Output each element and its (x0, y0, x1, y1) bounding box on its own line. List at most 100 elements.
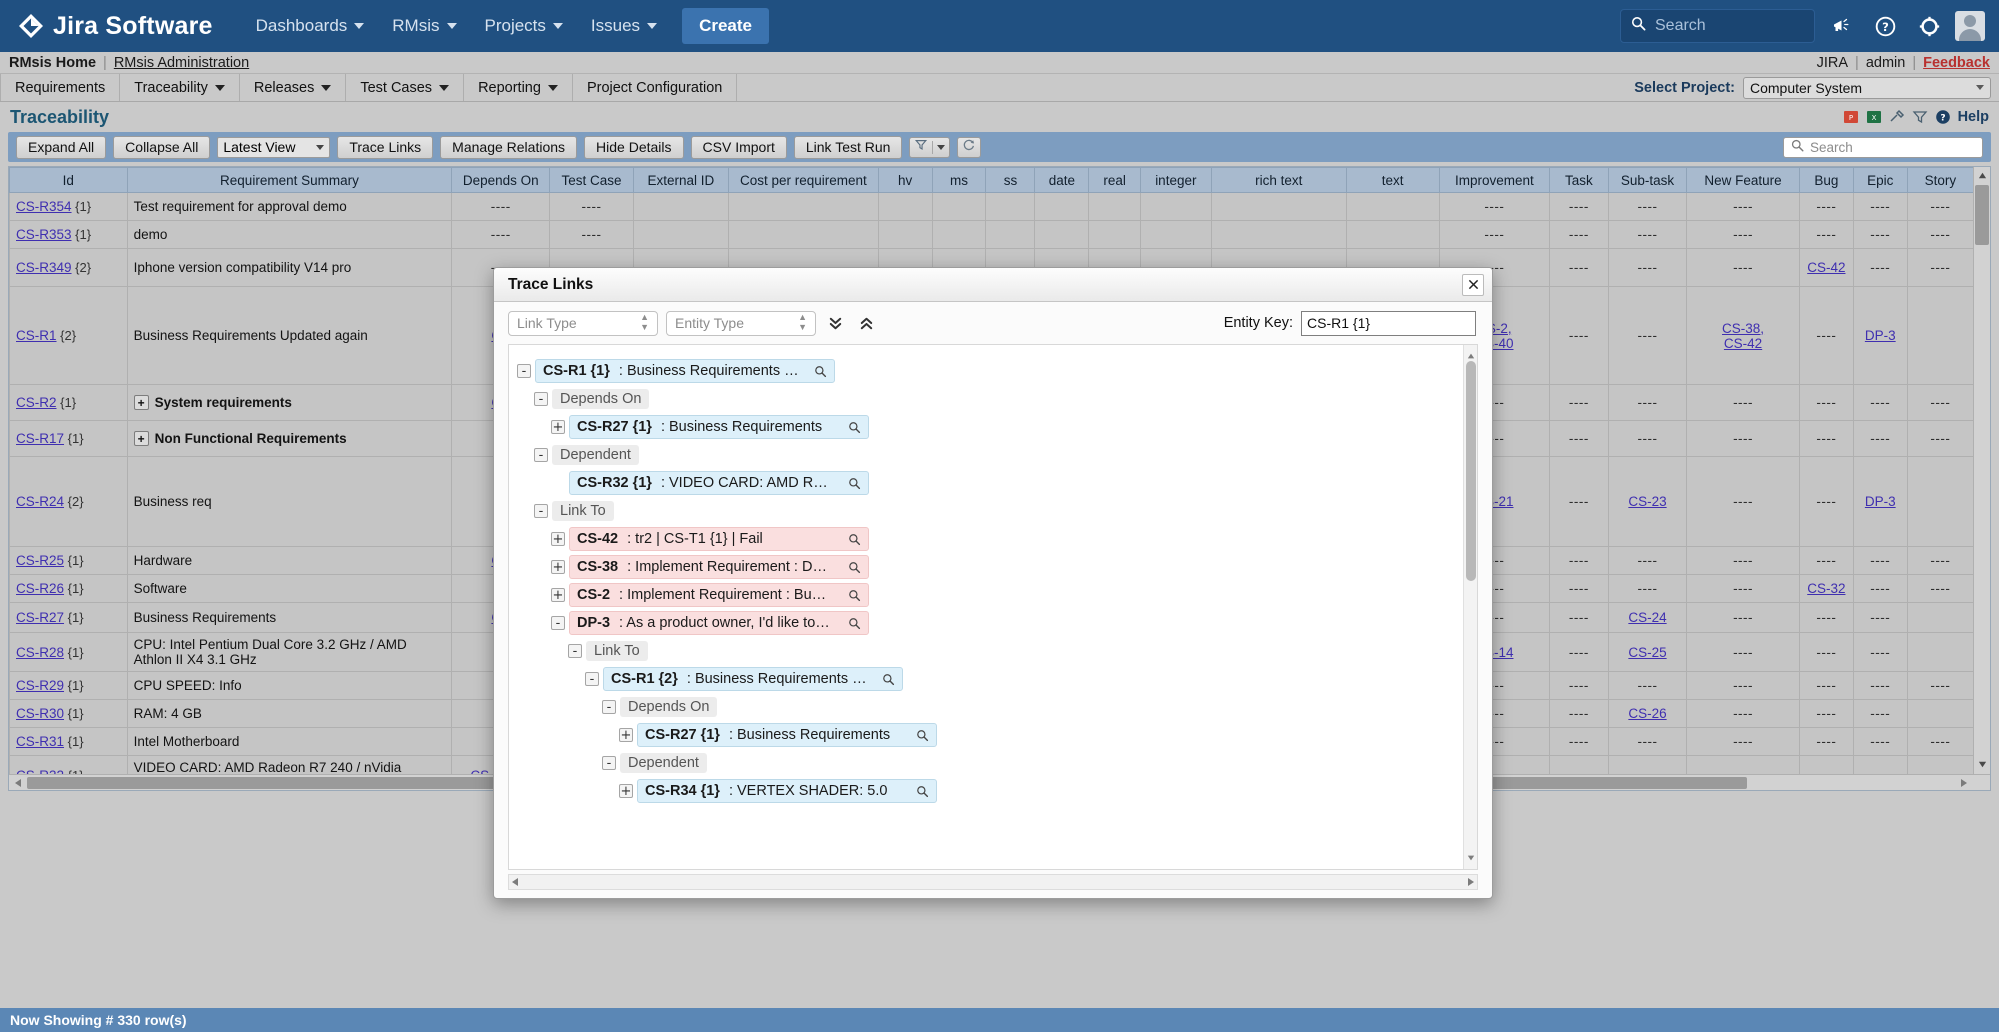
tree-collapse-icon[interactable]: - (602, 756, 616, 770)
col-requirement-summary[interactable]: Requirement Summary (126, 167, 453, 193)
cell-requirement-summary[interactable]: Hardware (126, 546, 453, 575)
requirement-id-link[interactable]: CS-R2 (16, 395, 57, 410)
jira-logo[interactable]: Jira Software (18, 12, 213, 41)
tree-collapse-icon[interactable]: - (551, 616, 565, 630)
linked-issue-link[interactable]: CS-42 (1724, 336, 1762, 351)
cell-requirement-summary[interactable]: Software (126, 574, 453, 603)
tab-releases[interactable]: Releases (240, 74, 347, 101)
requirement-id-link[interactable]: CS-R24 (16, 494, 64, 509)
tree-entity-box[interactable]: CS-R1 {2}: Business Requirements Update.… (603, 667, 903, 691)
col-id[interactable]: Id (9, 167, 128, 193)
close-icon[interactable] (1462, 273, 1484, 296)
feedback-link[interactable]: Feedback (1923, 55, 1990, 71)
cell-sub-task[interactable]: CS-24 (1607, 602, 1688, 633)
tree-collapse-icon[interactable]: - (602, 700, 616, 714)
tree-expand-icon[interactable]: + (551, 560, 565, 574)
megaphone-icon[interactable] (1823, 8, 1859, 44)
scroll-right-arrow[interactable] (1955, 778, 1972, 787)
link-test-run-button[interactable]: Link Test Run (793, 135, 903, 159)
tab-reporting[interactable]: Reporting (464, 74, 573, 101)
requirement-id-link[interactable]: CS-R27 (16, 610, 64, 625)
cell-sub-task[interactable]: CS-26 (1607, 699, 1688, 728)
avatar[interactable] (1955, 11, 1985, 41)
table-vertical-scroll-thumb[interactable] (1975, 185, 1989, 245)
tree-collapse-icon[interactable]: - (585, 672, 599, 686)
cell-id[interactable]: CS-R1 {2} (9, 286, 128, 385)
col-sub-task[interactable]: Sub-task (1607, 167, 1688, 193)
tree-entity-box[interactable]: CS-2: Implement Requirement : Business R… (569, 583, 869, 607)
tree-entity-box[interactable]: CS-R1 {1}: Business Requirements Updated (535, 359, 835, 383)
rmsis-home-link[interactable]: RMsis Home (9, 55, 96, 71)
tree-entity-box[interactable]: CS-R32 {1}: VIDEO CARD: AMD Radeon R... (569, 471, 869, 495)
tree-collapse-icon[interactable]: - (568, 644, 582, 658)
project-select-dropdown[interactable]: Computer System (1743, 76, 1991, 99)
cell-id[interactable]: CS-R354 {1} (9, 192, 128, 221)
row-expander-icon[interactable]: + (133, 431, 149, 447)
cell-id[interactable]: CS-R25 {1} (9, 546, 128, 575)
tree-entity-box[interactable]: CS-38: Implement Requirement : DEDICAT..… (569, 555, 869, 579)
nav-projects[interactable]: Projects (472, 8, 576, 44)
tree-expand-icon[interactable]: + (619, 728, 633, 742)
tree-expand-icon[interactable]: + (551, 588, 565, 602)
magnifier-icon[interactable] (848, 421, 861, 434)
requirement-id-link[interactable]: CS-R29 (16, 678, 64, 693)
magnifier-icon[interactable] (916, 785, 929, 798)
tree-vertical-scroll-thumb[interactable] (1466, 361, 1476, 581)
linked-issue-link[interactable]: CS-42 (1807, 260, 1845, 275)
global-search-box[interactable]: Search (1620, 9, 1815, 43)
col-ms[interactable]: ms (931, 167, 987, 193)
col-cost-per-requirement[interactable]: Cost per requirement (728, 167, 879, 193)
cell-sub-task[interactable]: CS-23 (1607, 456, 1688, 547)
hide-details-button[interactable]: Hide Details (584, 135, 684, 159)
link-type-select[interactable]: Link Type ▲ ▼ (508, 310, 658, 336)
cell-id[interactable]: CS-R24 {2} (9, 456, 128, 547)
cell-requirement-summary[interactable]: demo (126, 220, 453, 249)
col-epic[interactable]: Epic (1852, 167, 1908, 193)
col-bug[interactable]: Bug (1798, 167, 1854, 193)
tree-entity-box[interactable]: DP-3: As a product owner, I'd like to ra… (569, 611, 869, 635)
cell-epic[interactable]: DP-3 (1852, 456, 1908, 547)
linked-issue-link[interactable]: CS-24 (1628, 610, 1666, 625)
col-depends-on[interactable]: Depends On (451, 167, 551, 193)
magnifier-icon[interactable] (916, 729, 929, 742)
magnifier-icon[interactable] (848, 589, 861, 602)
table-row[interactable]: CS-R353 {1} demo ---- ---- ---- ---- ---- ---- -… (9, 220, 1975, 249)
chevron-right-icon[interactable] (1468, 878, 1474, 886)
help-circle-icon[interactable]: ? (1935, 109, 1951, 125)
col-date[interactable]: date (1034, 167, 1090, 193)
requirement-id-link[interactable]: CS-R353 (16, 227, 72, 242)
export-excel-icon[interactable]: X (1866, 109, 1882, 125)
cell-new-feature[interactable]: CS-38, CS-42 (1686, 286, 1800, 385)
col-ss[interactable]: ss (985, 167, 1036, 193)
cell-requirement-summary[interactable]: CPU SPEED: Info (126, 671, 453, 700)
tab-test-cases[interactable]: Test Cases (346, 74, 465, 101)
table-row[interactable]: CS-R354 {1} Test requirement for approval… (9, 192, 1975, 221)
collapse-all-button[interactable]: Collapse All (113, 135, 211, 159)
magnifier-icon[interactable] (848, 561, 861, 574)
refresh-button[interactable] (957, 136, 982, 158)
linked-issue-link[interactable]: CS-26 (1628, 706, 1666, 721)
tree-entity-box[interactable]: CS-R34 {1}: VERTEX SHADER: 5.0 (637, 779, 937, 803)
linked-issue-link[interactable]: DP-3 (1865, 494, 1896, 509)
linked-issue-link[interactable]: DP-3 (1865, 328, 1896, 343)
expand-all-button[interactable]: Expand All (16, 135, 107, 159)
col-new-feature[interactable]: New Feature (1686, 167, 1800, 193)
tree-entity-box[interactable]: CS-42: tr2 | CS-T1 {1} | Fail (569, 527, 869, 551)
tab-traceability[interactable]: Traceability (120, 74, 240, 101)
cell-id[interactable]: CS-R27 {1} (9, 602, 128, 633)
requirement-id-link[interactable]: CS-R28 (16, 645, 64, 660)
help-icon[interactable]: ? (1867, 8, 1903, 44)
collapse-all-tree-button[interactable] (855, 313, 878, 334)
magnifier-icon[interactable] (882, 673, 895, 686)
tree-expand-icon[interactable]: + (551, 532, 565, 546)
table-search-input[interactable]: Search (1783, 136, 1983, 158)
cell-requirement-summary[interactable]: Intel Motherboard (126, 727, 453, 756)
manage-relations-button[interactable]: Manage Relations (440, 135, 578, 159)
table-vertical-scrollbar[interactable] (1973, 167, 1990, 790)
requirement-id-link[interactable]: CS-R30 (16, 706, 64, 721)
tree-collapse-icon[interactable]: - (534, 504, 548, 518)
col-integer[interactable]: integer (1139, 167, 1212, 193)
cell-bug[interactable]: CS-42 (1798, 248, 1854, 287)
requirement-id-link[interactable]: CS-R26 (16, 581, 64, 596)
csv-import-button[interactable]: CSV Import (690, 135, 787, 159)
